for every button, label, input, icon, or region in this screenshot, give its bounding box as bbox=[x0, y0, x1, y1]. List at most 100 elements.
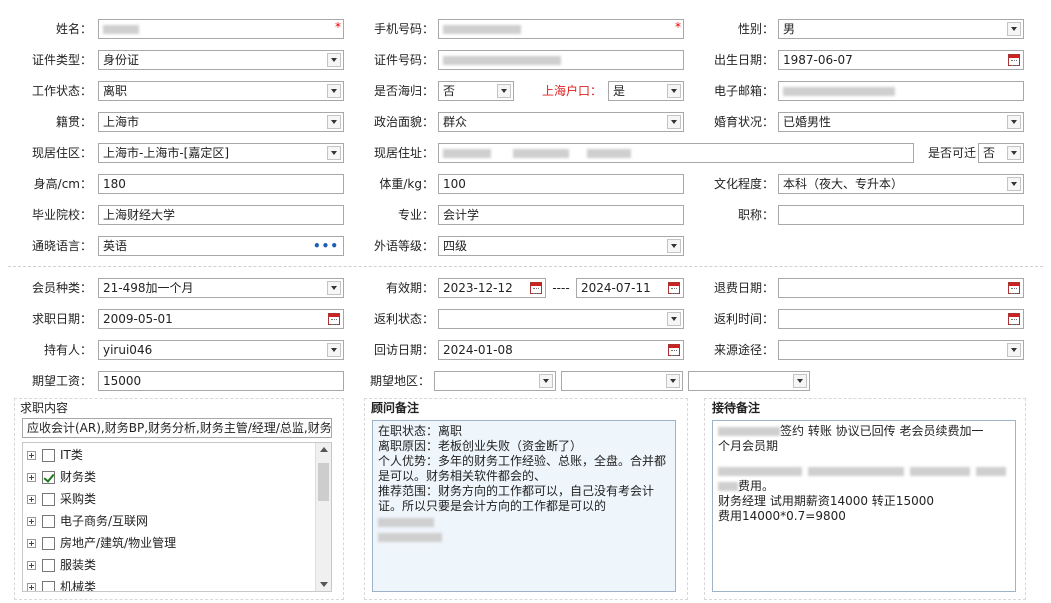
political-value: 群众 bbox=[443, 115, 468, 129]
returnee-select[interactable]: 否 bbox=[438, 81, 514, 101]
sh-hukou-select[interactable]: 是 bbox=[608, 81, 684, 101]
expand-icon[interactable] bbox=[27, 495, 36, 504]
refund-date-input[interactable] bbox=[778, 278, 1024, 298]
calendar-icon[interactable] bbox=[668, 282, 680, 294]
expand-icon[interactable] bbox=[27, 517, 36, 526]
calendar-icon[interactable] bbox=[1008, 54, 1020, 66]
visit-date-input[interactable]: 2024-01-08 bbox=[438, 340, 684, 360]
rebate-status-select[interactable] bbox=[438, 309, 684, 329]
redacted-line bbox=[378, 515, 670, 530]
marital-select[interactable]: 已婚男性 bbox=[778, 112, 1024, 132]
validity-start-input[interactable]: 2023-12-12 bbox=[438, 278, 546, 298]
id-no-input[interactable] bbox=[438, 50, 684, 70]
birth-date-input[interactable]: 1987-06-07 bbox=[778, 50, 1024, 70]
calendar-icon[interactable] bbox=[530, 282, 542, 294]
dropdown-arrow-icon bbox=[1007, 115, 1021, 129]
calendar-icon[interactable] bbox=[1008, 282, 1020, 294]
tree-item[interactable]: 房地产/建筑/物业管理 bbox=[27, 532, 307, 554]
tree-item[interactable]: 机械类 bbox=[27, 576, 307, 591]
validity-end-input[interactable]: 2024-07-11 bbox=[576, 278, 684, 298]
reception-line-6: 费用14000*0.7=9800 bbox=[718, 509, 846, 523]
sh-hukou-label: 上海户口： bbox=[541, 84, 602, 98]
category-checkbox[interactable] bbox=[42, 537, 55, 550]
dropdown-arrow-icon bbox=[667, 239, 681, 253]
calendar-icon[interactable] bbox=[1008, 313, 1020, 325]
dropdown-arrow-icon bbox=[793, 374, 807, 388]
job-content-summary[interactable]: 应收会计(AR),财务BP,财务分析,财务主管/经理/总监,财务 bbox=[22, 418, 332, 438]
advisor-notes-textarea[interactable]: 在职状态：离职 离职原因：老板创业失败（资金断了） 个人优势：多年的财务工作经验、总… bbox=[372, 420, 676, 592]
title-input[interactable] bbox=[778, 205, 1024, 225]
relocate-value: 否 bbox=[983, 146, 996, 160]
tree-item[interactable]: 财务类 bbox=[27, 466, 307, 488]
reception-line-4: 费用。 bbox=[718, 479, 1010, 494]
major-input[interactable]: 会计学 bbox=[438, 205, 684, 225]
phone-input[interactable]: * bbox=[438, 19, 684, 39]
calendar-icon[interactable] bbox=[668, 344, 680, 356]
education-select[interactable]: 本科（夜大、专升本） bbox=[778, 174, 1024, 194]
category-checkbox[interactable] bbox=[42, 471, 55, 484]
region-city-select[interactable] bbox=[561, 371, 683, 391]
residence-area-value: 上海市-上海市-[嘉定区] bbox=[103, 146, 230, 160]
salary-input[interactable]: 15000 bbox=[98, 371, 344, 391]
name-input[interactable]: * bbox=[98, 19, 344, 39]
salary-label: 期望工资： bbox=[31, 374, 92, 388]
region-district-select[interactable] bbox=[688, 371, 810, 391]
region-province-select[interactable] bbox=[434, 371, 556, 391]
political-select[interactable]: 群众 bbox=[438, 112, 684, 132]
weight-input[interactable]: 100 bbox=[438, 174, 684, 194]
reception-notes-textarea[interactable]: 签约 转账 协议已回传 老会员续费加一 个月会员期 费用。 财务经理 试用期薪资… bbox=[712, 420, 1016, 592]
more-icon[interactable]: ••• bbox=[313, 237, 339, 255]
scroll-down-icon[interactable] bbox=[320, 582, 328, 587]
lang-level-select[interactable]: 四级 bbox=[438, 236, 684, 256]
tree-scrollbar[interactable] bbox=[315, 443, 331, 591]
category-checkbox[interactable] bbox=[42, 559, 55, 572]
scroll-thumb[interactable] bbox=[318, 463, 329, 501]
source-select[interactable] bbox=[778, 340, 1024, 360]
expand-icon[interactable] bbox=[27, 539, 36, 548]
category-checkbox[interactable] bbox=[42, 581, 55, 591]
dropdown-arrow-icon bbox=[327, 146, 341, 160]
id-type-select[interactable]: 身份证 bbox=[98, 50, 344, 70]
category-checkbox[interactable] bbox=[42, 493, 55, 506]
tree-item[interactable]: 服装类 bbox=[27, 554, 307, 576]
redacted-text bbox=[910, 467, 970, 476]
dropdown-arrow-icon bbox=[327, 281, 341, 295]
expand-icon[interactable] bbox=[27, 583, 36, 591]
member-type-select[interactable]: 21-498加一个月 bbox=[98, 278, 344, 298]
address-input[interactable] bbox=[438, 143, 914, 163]
advisor-note-line: 推荐范围：财务方向的工作都可以，自己没有考会计 bbox=[378, 484, 655, 498]
expand-icon[interactable] bbox=[27, 473, 36, 482]
dropdown-arrow-icon bbox=[327, 115, 341, 129]
calendar-icon[interactable] bbox=[328, 313, 340, 325]
language-input[interactable]: 英语 ••• bbox=[98, 236, 344, 256]
native-select[interactable]: 上海市 bbox=[98, 112, 344, 132]
residence-area-select[interactable]: 上海市-上海市-[嘉定区] bbox=[98, 143, 344, 163]
tree-list: IT类 财务类 采购类 电子商务/互联网 房地产/建筑/物业管理 服装类 机械类 bbox=[27, 444, 307, 591]
work-status-select[interactable]: 离职 bbox=[98, 81, 344, 101]
category-checkbox[interactable] bbox=[42, 515, 55, 528]
tree-item[interactable]: 采购类 bbox=[27, 488, 307, 510]
holder-value: yirui046 bbox=[103, 343, 153, 357]
job-content-title: 求职内容 bbox=[20, 401, 69, 415]
gender-select[interactable]: 男 bbox=[778, 19, 1024, 39]
rebate-time-input[interactable] bbox=[778, 309, 1024, 329]
height-input[interactable]: 180 bbox=[98, 174, 344, 194]
scroll-up-icon[interactable] bbox=[320, 447, 328, 452]
expand-icon[interactable] bbox=[27, 561, 36, 570]
id-type-value: 身份证 bbox=[103, 53, 140, 67]
category-checkbox[interactable] bbox=[42, 449, 55, 462]
expand-icon[interactable] bbox=[27, 451, 36, 460]
job-date-input[interactable]: 2009-05-01 bbox=[98, 309, 344, 329]
tree-item[interactable]: 电子商务/互联网 bbox=[27, 510, 307, 532]
tree-item[interactable]: IT类 bbox=[27, 444, 307, 466]
advisor-note-line: 证。所以只要是会计方向的工作都是可以的 bbox=[378, 499, 607, 513]
school-input[interactable]: 上海财经大学 bbox=[98, 205, 344, 225]
advisor-note-line: 在职状态：离职 bbox=[378, 424, 463, 438]
relocate-select[interactable]: 否 bbox=[978, 143, 1024, 163]
dropdown-arrow-icon bbox=[327, 343, 341, 357]
weight-label: 体重/kg： bbox=[379, 177, 434, 191]
email-input[interactable] bbox=[778, 81, 1024, 101]
advisor-notes-lines: 在职状态：离职 离职原因：老板创业失败（资金断了） 个人优势：多年的财务工作经验、总… bbox=[378, 424, 670, 514]
holder-select[interactable]: yirui046 bbox=[98, 340, 344, 360]
dropdown-arrow-icon bbox=[327, 53, 341, 67]
